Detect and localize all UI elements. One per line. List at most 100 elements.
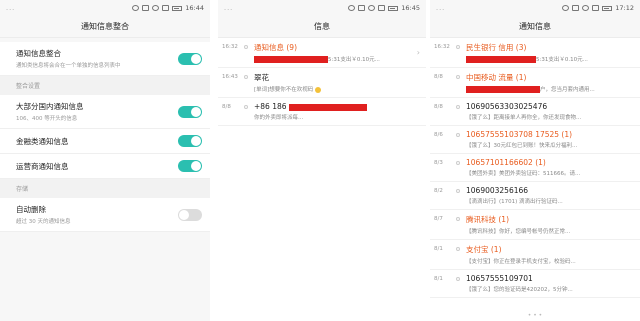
message-date: 16:32 xyxy=(434,44,450,50)
message-sender: 腾讯科技 (1) xyxy=(466,215,510,224)
message-sender: 1069003256166 xyxy=(466,186,529,195)
status-notification-dots: ... xyxy=(6,4,16,12)
setting-title: 自动删除 xyxy=(16,205,46,214)
unread-dot xyxy=(244,75,248,79)
section-header-merge: 整合设置 xyxy=(0,76,210,95)
status-time: 17:12 xyxy=(615,4,634,12)
alarm-icon xyxy=(348,5,356,11)
message-date: 8/8 xyxy=(222,104,231,110)
phone-screen-notification-list: ... 17:12 通知信息 16:32 民生银行 信用 (3) 5:31支出￥… xyxy=(430,0,640,321)
battery-icon xyxy=(388,5,399,11)
setting-row-domestic[interactable]: 大部分国内通知信息 106、400 等开头的信息 xyxy=(0,95,210,129)
setting-row-merge[interactable]: 通知信息整合 通知类信息将会合在一个单独的信息列表中 xyxy=(0,42,210,76)
list-item-notifications[interactable]: 16:32 通知信息 (9) 5:31支出￥0.10元... › xyxy=(218,38,426,68)
message-preview: 5:31支出￥0.10元... xyxy=(536,57,588,63)
message-preview: 5:31支出￥0.10元... xyxy=(328,57,380,63)
unread-dot xyxy=(456,105,460,109)
redaction-bar xyxy=(288,103,367,111)
status-notification-dots: ... xyxy=(224,4,234,12)
vibrate-icon xyxy=(358,5,366,11)
list-item-contact[interactable]: 16:43 翠花 [单词]想要你不在欢视码 xyxy=(218,68,426,98)
setting-subtitle: 106、400 等开头的信息 xyxy=(16,116,78,122)
message-preview: 【美团外卖】美团外卖验证码：511666。请... xyxy=(466,171,581,177)
status-bar: ... 16:45 xyxy=(218,0,426,16)
vibrate-icon xyxy=(572,5,580,11)
message-sender: 10657555103708 17525 (1) xyxy=(466,130,573,139)
list-item-phone[interactable]: 8/8 +86 186 你的外卖即将派每... xyxy=(218,98,426,126)
unread-dot xyxy=(244,45,248,49)
list-item[interactable]: 8/3 10657101166602 (1) 【美团外卖】美团外卖验证码：511… xyxy=(430,154,640,182)
battery-icon xyxy=(602,5,613,11)
signal-icon xyxy=(378,5,386,11)
vibrate-icon xyxy=(142,5,150,11)
phone-screen-settings: ... 16:44 通知信息整合 通知信息整合 通知类信息将会合在一个单独的信息… xyxy=(0,0,210,321)
setting-title: 运营商通知信息 xyxy=(16,161,69,171)
message-sender: 10657555109701 xyxy=(466,274,533,283)
list-item[interactable]: 8/7 腾讯科技 (1) 【腾讯科技】你好，您编号帐号仍然正常... xyxy=(430,210,640,240)
message-preview: 【滴滴出行】(1701) 滴滴出行验证码... xyxy=(466,199,563,205)
page-title: 通知信息 xyxy=(430,16,640,38)
message-preview: 户，您当月套内通用... xyxy=(540,87,595,93)
message-preview: 【饿了么】您的验证码是420202，5分钟... xyxy=(466,287,573,293)
status-notification-dots: ... xyxy=(436,4,446,12)
message-sender: 10690563303025476 xyxy=(466,102,548,111)
section-header-storage: 存储 xyxy=(0,179,210,198)
page-title: 信息 xyxy=(218,16,426,38)
smile-emoji-icon xyxy=(315,86,322,93)
signal-icon xyxy=(162,5,170,11)
merge-toggle[interactable] xyxy=(178,52,202,65)
message-sender: 民生银行 信用 (3) xyxy=(466,43,527,52)
list-item[interactable]: 8/2 1069003256166 【滴滴出行】(1701) 滴滴出行验证码..… xyxy=(430,182,640,210)
message-sender: 支付宝 (1) xyxy=(466,245,502,254)
list-item[interactable]: 8/1 支付宝 (1) 【支付宝】你正在登录手机支付宝，校验码... xyxy=(430,240,640,270)
signal-icon xyxy=(592,5,600,11)
message-date: 8/1 xyxy=(434,246,443,252)
setting-subtitle: 超过 30 天的通知信息 xyxy=(16,219,71,225)
list-item[interactable]: 8/6 10657555103708 17525 (1) 【饿了么】30元红包已… xyxy=(430,126,640,154)
wifi-icon xyxy=(152,5,160,11)
domestic-toggle[interactable] xyxy=(178,105,202,118)
setting-row-auto-delete[interactable]: 自动删除 超过 30 天的通知信息 xyxy=(0,198,210,232)
message-preview: 你的外卖即将派每... xyxy=(254,115,304,121)
status-bar: ... 16:44 xyxy=(0,0,210,16)
message-date: 8/2 xyxy=(434,188,443,194)
auto-delete-toggle[interactable] xyxy=(178,208,202,221)
list-item[interactable]: 8/1 10657555109701 【饿了么】您的验证码是420202，5分钟… xyxy=(430,270,640,298)
alarm-icon xyxy=(132,5,140,11)
nav-indicator: • • • xyxy=(527,312,543,319)
message-date: 8/3 xyxy=(434,160,443,166)
message-sender: +86 186 xyxy=(254,102,287,111)
unread-dot xyxy=(456,161,460,165)
list-item[interactable]: 16:32 民生银行 信用 (3) 5:31支出￥0.10元... xyxy=(430,38,640,68)
status-time: 16:45 xyxy=(401,4,420,12)
message-date: 8/1 xyxy=(434,276,443,282)
unread-dot xyxy=(456,133,460,137)
message-list: 16:32 民生银行 信用 (3) 5:31支出￥0.10元... 8/8 中国… xyxy=(430,38,640,298)
status-bar: ... 17:12 xyxy=(430,0,640,16)
unread-dot xyxy=(456,75,460,79)
status-time: 16:44 xyxy=(185,4,204,12)
message-sender: 中国移动 流量 (1) xyxy=(466,73,527,82)
wifi-icon xyxy=(582,5,590,11)
message-sender: 翠花 xyxy=(254,73,269,82)
message-sender: 10657101166602 (1) xyxy=(466,158,546,167)
message-date: 8/6 xyxy=(434,132,443,138)
message-preview: 【支付宝】你正在登录手机支付宝，校验码... xyxy=(466,259,576,265)
unread-dot xyxy=(456,277,460,281)
setting-title: 金融类通知信息 xyxy=(16,136,69,146)
unread-dot xyxy=(456,247,460,251)
redaction-bar xyxy=(466,56,536,63)
setting-title: 大部分国内通知信息 xyxy=(16,102,84,111)
message-date: 8/7 xyxy=(434,216,443,222)
finance-toggle[interactable] xyxy=(178,135,202,147)
carrier-toggle[interactable] xyxy=(178,160,202,172)
message-date: 16:32 xyxy=(222,44,238,50)
setting-row-carrier[interactable]: 运营商通知信息 xyxy=(0,154,210,179)
unread-dot xyxy=(456,217,460,221)
list-item[interactable]: 8/8 10690563303025476 【饿了么】距离接单人再你全，你还发现… xyxy=(430,98,640,126)
list-item[interactable]: 8/8 中国移动 流量 (1) 户，您当月套内通用... xyxy=(430,68,640,98)
setting-row-finance[interactable]: 金融类通知信息 xyxy=(0,129,210,154)
message-date: 8/8 xyxy=(434,74,443,80)
unread-dot xyxy=(244,105,248,109)
battery-icon xyxy=(172,5,183,11)
